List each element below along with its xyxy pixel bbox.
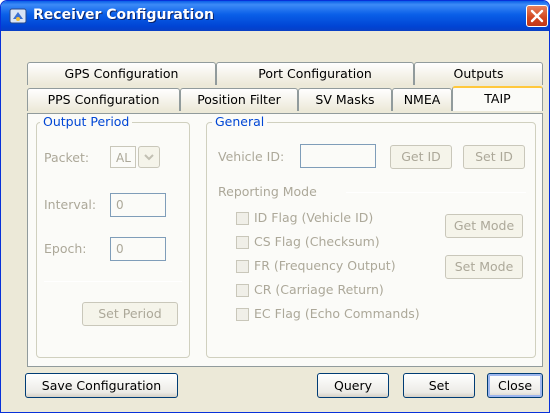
epoch-field[interactable]: 0 (110, 237, 166, 261)
cs-flag-checkbox[interactable] (236, 236, 249, 249)
receiver-configuration-window: Receiver Configuration GPS Configuration… (0, 0, 550, 413)
tab-gps-configuration[interactable]: GPS Configuration (27, 62, 216, 85)
set-button[interactable]: Set (403, 373, 475, 398)
packet-dropdown-button[interactable] (138, 146, 160, 168)
vehicle-id-field[interactable] (300, 144, 376, 168)
id-flag-label: ID Flag (Vehicle ID) (254, 210, 374, 225)
tab-nmea[interactable]: NMEA (392, 88, 452, 111)
query-button[interactable]: Query (317, 373, 389, 398)
save-configuration-button[interactable]: Save Configuration (25, 373, 178, 398)
fr-flag-checkbox[interactable] (236, 260, 249, 273)
reporting-mode-divider (346, 192, 526, 193)
fr-flag-label: FR (Frequency Output) (254, 258, 396, 273)
taip-panel: Output Period Packet: AL Interval: 0 Epo… (27, 113, 543, 367)
packet-select[interactable]: AL (110, 146, 136, 168)
cr-flag-label: CR (Carriage Return) (254, 282, 384, 297)
tab-taip[interactable]: TAIP (452, 86, 543, 111)
general-legend: General (212, 114, 268, 129)
packet-label: Packet: (44, 150, 90, 165)
chevron-down-icon (144, 154, 154, 161)
ec-flag-checkbox[interactable] (236, 308, 249, 321)
id-flag-checkbox[interactable] (236, 212, 249, 225)
cr-flag-checkbox[interactable] (236, 284, 249, 297)
window-close-button[interactable] (526, 5, 548, 27)
close-icon (530, 9, 544, 23)
tab-sv-masks[interactable]: SV Masks (298, 88, 392, 111)
set-mode-button[interactable]: Set Mode (445, 255, 523, 279)
receiver-icon (9, 8, 27, 24)
interval-field[interactable]: 0 (110, 193, 166, 217)
interval-label: Interval: (44, 197, 97, 212)
close-button[interactable]: Close (487, 373, 543, 398)
window-title: Receiver Configuration (33, 7, 214, 23)
cs-flag-label: CS Flag (Checksum) (254, 234, 380, 249)
title-bar[interactable]: Receiver Configuration (1, 1, 549, 31)
tab-outputs[interactable]: Outputs (414, 62, 543, 85)
ec-flag-label: EC Flag (Echo Commands) (254, 306, 420, 321)
epoch-label: Epoch: (44, 241, 87, 256)
output-period-divider (44, 281, 182, 282)
tab-position-filter[interactable]: Position Filter (180, 88, 298, 111)
get-mode-button[interactable]: Get Mode (445, 214, 523, 238)
reporting-mode-label: Reporting Mode (218, 184, 317, 199)
dialog-client-area: GPS Configuration Port Configuration Out… (5, 31, 547, 409)
get-id-button[interactable]: Get ID (390, 145, 452, 169)
tab-pps-configuration[interactable]: PPS Configuration (27, 88, 180, 111)
set-period-button[interactable]: Set Period (82, 302, 178, 326)
output-period-legend: Output Period (40, 114, 133, 129)
vehicle-id-label: Vehicle ID: (218, 149, 285, 164)
set-id-button[interactable]: Set ID (463, 145, 525, 169)
tab-port-configuration[interactable]: Port Configuration (216, 62, 414, 85)
